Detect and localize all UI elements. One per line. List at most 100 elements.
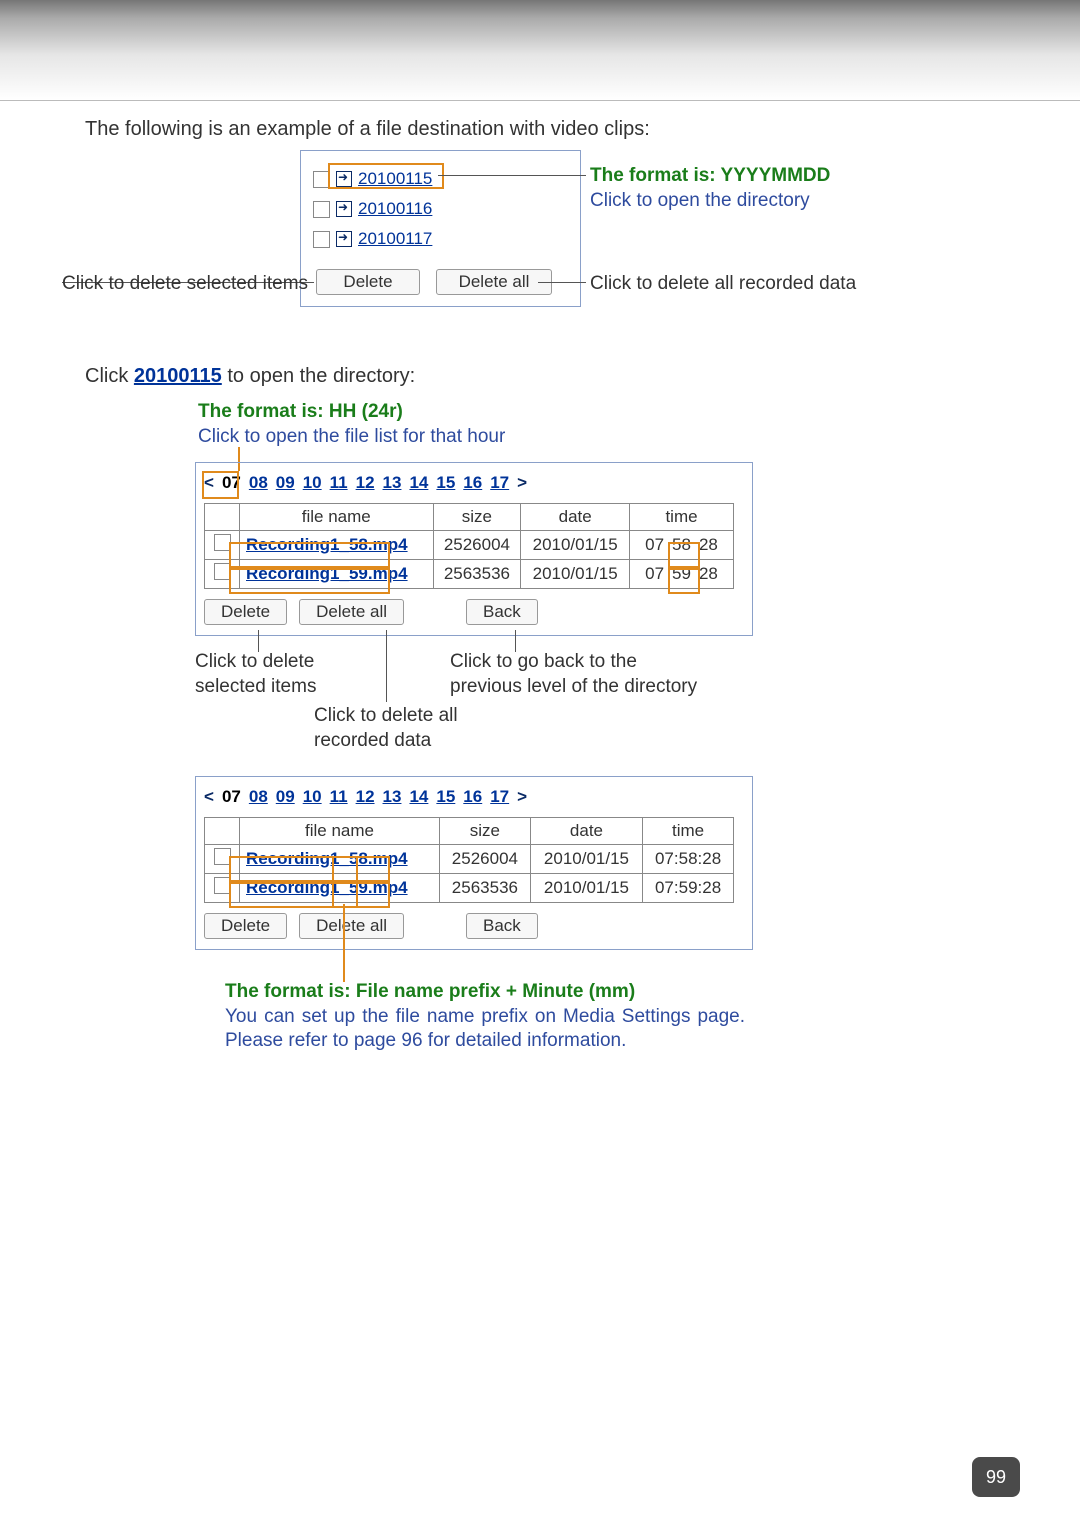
file-size: 2526004 (433, 531, 521, 560)
hour-link[interactable]: 16 (463, 787, 482, 807)
delete-button[interactable]: Delete (204, 599, 287, 625)
col-time: time (630, 504, 734, 531)
header-gradient (0, 0, 1080, 101)
callout-body: You can set up the file name prefix on M… (225, 1005, 745, 1054)
arrow-right-icon (336, 231, 352, 247)
page-number-badge: 99 (972, 1457, 1020, 1497)
checkbox-icon[interactable] (313, 231, 330, 248)
hour-link[interactable]: 13 (383, 473, 402, 493)
checkbox-icon[interactable] (214, 563, 231, 580)
next-icon[interactable]: > (517, 787, 527, 807)
callout-delete-all: Click to delete all recorded data (590, 272, 856, 297)
col-date: date (521, 504, 630, 531)
col-size: size (433, 504, 521, 531)
button-row: Delete Delete all Back (204, 599, 752, 625)
file-time: 07:58:28 (643, 845, 734, 874)
file-date: 2010/01/15 (530, 845, 642, 874)
hour-nav-bar: < 07 08 09 10 11 12 13 14 15 16 17 > (196, 463, 752, 497)
col-name: file name (240, 504, 434, 531)
connector-line (515, 630, 516, 652)
next-icon[interactable]: > (517, 473, 527, 493)
hour-link[interactable]: 09 (276, 473, 295, 493)
callout-format-ymd: The format is: YYYYMMDD Click to open th… (590, 164, 830, 213)
intro-text: The following is an example of a file de… (85, 118, 650, 141)
hour-link[interactable]: 08 (249, 787, 268, 807)
highlight-box (229, 880, 390, 908)
file-size: 2526004 (440, 845, 531, 874)
hour-link[interactable]: 10 (303, 473, 322, 493)
file-size: 2563536 (440, 874, 531, 903)
file-size: 2563536 (433, 560, 521, 589)
highlight-box (328, 163, 444, 189)
connector-line (438, 175, 586, 176)
file-date: 2010/01/15 (521, 560, 630, 589)
back-button[interactable]: Back (466, 599, 538, 625)
hour-link[interactable]: 14 (409, 787, 428, 807)
click-pre: Click (85, 365, 134, 387)
table-header-row: file name size date time (205, 504, 734, 531)
hour-link[interactable]: 10 (303, 787, 322, 807)
hour-link[interactable]: 16 (463, 473, 482, 493)
click-post: to open the directory: (222, 365, 415, 387)
hour-link[interactable]: 15 (436, 473, 455, 493)
delete-button[interactable]: Delete (316, 269, 420, 295)
col-time: time (643, 818, 734, 845)
hour-link[interactable]: 14 (409, 473, 428, 493)
time-h: 07 (641, 564, 668, 584)
checkbox-icon[interactable] (214, 848, 231, 865)
click-line: Click 20100115 to open the directory: (85, 365, 415, 388)
highlight-box (332, 856, 358, 908)
callout-title: The format is: YYYYMMDD (590, 164, 830, 189)
hour-link[interactable]: 08 (249, 473, 268, 493)
hour-link[interactable]: 17 (490, 473, 509, 493)
file-date: 2010/01/15 (530, 874, 642, 903)
time-h: 07 (641, 535, 668, 555)
callout-del-sel2: Click to delete selected items (195, 650, 360, 699)
hour-selected: 07 (222, 787, 241, 807)
callout-body: Click to open the directory (590, 189, 830, 214)
connector-line (538, 282, 586, 283)
hour-link[interactable]: 11 (330, 787, 348, 807)
back-button[interactable]: Back (466, 913, 538, 939)
table-header-row: file name size date time (205, 818, 734, 845)
click-link[interactable]: 20100115 (134, 365, 222, 387)
hour-link[interactable]: 13 (383, 787, 402, 807)
file-time: 07:59:28 (643, 874, 734, 903)
delete-all-button[interactable]: Delete all (299, 599, 404, 625)
callout-format-hh-block: The format is: HH (24r) Click to open th… (198, 400, 505, 449)
connector-line-orange (343, 904, 345, 982)
hour-link[interactable]: 11 (330, 473, 348, 493)
folder-link[interactable]: 20100116 (358, 199, 432, 219)
delete-all-button[interactable]: Delete all (436, 269, 552, 295)
highlight-box (229, 566, 390, 594)
col-date: date (530, 818, 642, 845)
delete-all-button[interactable]: Delete all (299, 913, 404, 939)
checkbox-icon[interactable] (313, 201, 330, 218)
hour-link[interactable]: 12 (356, 473, 375, 493)
col-name: file name (240, 818, 440, 845)
hour-link[interactable]: 12 (356, 787, 375, 807)
prev-icon[interactable]: < (204, 787, 214, 807)
callout-back: Click to go back to the previous level o… (450, 650, 710, 699)
callout-title: The format is: File name prefix + Minute… (225, 980, 745, 1005)
callout-format-filename: The format is: File name prefix + Minute… (225, 980, 745, 1054)
folder-link[interactable]: 20100117 (358, 229, 432, 249)
hour-link[interactable]: 09 (276, 787, 295, 807)
checkbox-icon[interactable] (214, 534, 231, 551)
arrow-right-icon (336, 201, 352, 217)
checkbox-icon[interactable] (214, 877, 231, 894)
hour-link[interactable]: 15 (436, 787, 455, 807)
folder-row: 20100116 (313, 199, 432, 219)
callout-format-hh: The format is: HH (24r) (198, 400, 505, 425)
hour-link[interactable]: 17 (490, 787, 509, 807)
callout-delete-selected: Click to delete selected items (62, 272, 308, 297)
highlight-box (668, 566, 700, 594)
col-size: size (440, 818, 531, 845)
hour-nav-bar: < 07 08 09 10 11 12 13 14 15 16 17 > (196, 777, 752, 811)
file-date: 2010/01/15 (521, 531, 630, 560)
connector-line (386, 630, 387, 702)
folder-row: 20100117 (313, 229, 432, 249)
callout-open-file-list: Click to open the file list for that hou… (198, 425, 505, 450)
callout-del-all2: Click to delete all recorded data (314, 704, 504, 753)
delete-button[interactable]: Delete (204, 913, 287, 939)
